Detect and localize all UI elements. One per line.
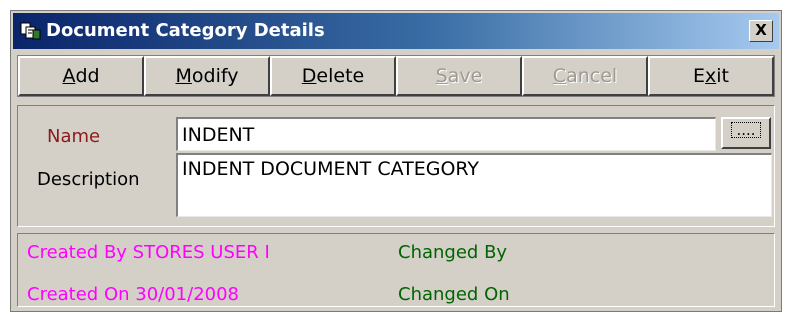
description-input[interactable]: INDENT DOCUMENT CATEGORY (176, 153, 772, 217)
add-button[interactable]: Add (18, 56, 144, 96)
close-button[interactable]: X (749, 20, 773, 42)
created-by-text: Created By STORES USER I (27, 242, 270, 263)
close-icon: X (755, 21, 767, 39)
window-title: Document Category Details (46, 20, 325, 41)
changed-by-text: Changed By (398, 242, 508, 263)
description-label: Description (37, 169, 140, 190)
cancel-button[interactable]: Cancel (522, 56, 648, 96)
lookup-button[interactable]: .... (721, 117, 771, 149)
exit-button[interactable]: Ex it (648, 56, 774, 96)
delete-button[interactable]: Delete (270, 56, 396, 96)
created-on-text: Created On 30/01/2008 (27, 284, 240, 305)
name-input[interactable]: INDENT (176, 117, 716, 151)
ellipsis-icon: .... (731, 122, 761, 138)
save-accelerator: S (435, 65, 448, 87)
modify-button[interactable]: Modify (144, 56, 270, 96)
modify-accelerator: M (175, 65, 192, 87)
add-accelerator: A (62, 65, 76, 87)
cancel-accelerator: C (552, 65, 567, 87)
save-button[interactable]: Save (396, 56, 522, 96)
action-toolbar: Add Modify Delete Save Cancel Ex it (17, 55, 775, 97)
changed-on-text: Changed On (398, 284, 510, 305)
document-category-icon (20, 22, 41, 40)
title-bar[interactable]: Document Category Details X (13, 13, 779, 49)
name-label: Name (47, 126, 101, 147)
exit-accelerator: x (705, 65, 717, 87)
delete-accelerator: D (301, 65, 317, 87)
document-category-window: Document Category Details X Add Modify D… (10, 10, 782, 312)
